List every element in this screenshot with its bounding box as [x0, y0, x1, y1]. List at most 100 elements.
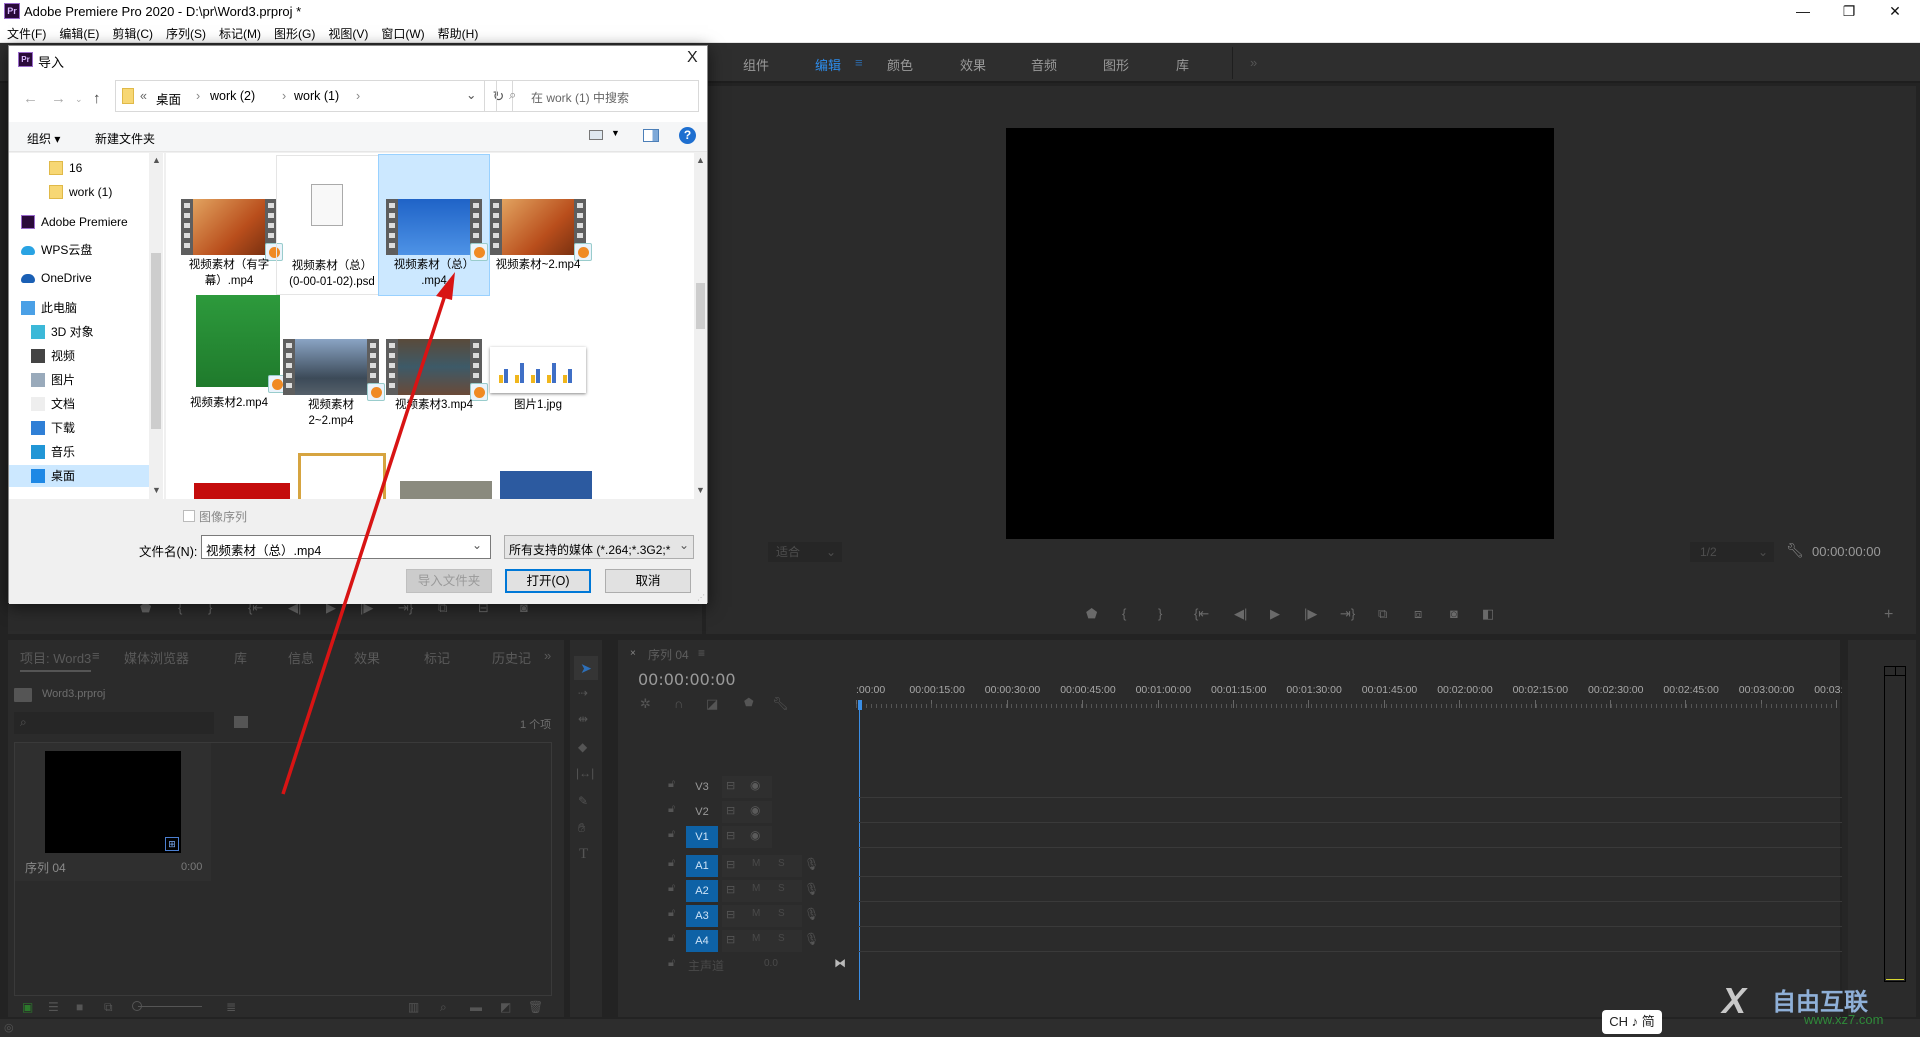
- sync-lock-icon[interactable]: ⊟: [726, 779, 735, 792]
- tab-menu-icon[interactable]: ≡: [92, 648, 100, 663]
- menu-window[interactable]: 窗口(W): [374, 23, 430, 42]
- playhead-handle[interactable]: [858, 700, 862, 710]
- ime-indicator[interactable]: CH ♪ 简: [1602, 1010, 1662, 1034]
- file-item[interactable]: 视频素材（总） (0-00-01-02).psd: [276, 155, 386, 295]
- step-forward-icon[interactable]: |▶: [1304, 606, 1317, 622]
- nav-item[interactable]: 此电脑: [9, 297, 149, 319]
- breadcrumb-separator-icon[interactable]: ›: [356, 89, 360, 103]
- lock-icon[interactable]: 🔓︎: [668, 778, 675, 791]
- image-sequence-checkbox[interactable]: [183, 510, 195, 522]
- mark-in-icon[interactable]: {: [1122, 606, 1126, 621]
- hand-tool-icon[interactable]: ✋︎: [578, 820, 585, 836]
- help-icon[interactable]: ?: [679, 127, 696, 144]
- resize-grip-icon[interactable]: ⋰: [697, 593, 705, 602]
- play-icon[interactable]: ▶: [1270, 606, 1280, 622]
- file-item[interactable]: 视频素材 2~2.mp4: [276, 295, 386, 427]
- new-bin-icon[interactable]: ▬: [470, 1000, 482, 1014]
- nav-scroll-thumb[interactable]: [151, 253, 161, 429]
- razor-tool-icon[interactable]: ◆: [578, 740, 587, 754]
- lock-icon[interactable]: 🔓︎: [668, 957, 675, 970]
- solo-button[interactable]: S: [778, 858, 785, 869]
- file-item[interactable]: 视频素材~2.mp4: [483, 155, 593, 295]
- nav-item[interactable]: 桌面: [9, 465, 149, 487]
- lock-icon[interactable]: 🔓︎: [668, 932, 675, 945]
- resolution-select[interactable]: 1/2 ⌄: [1690, 542, 1774, 562]
- zoom-slider[interactable]: [138, 1006, 202, 1007]
- track-target-a3[interactable]: A3: [686, 905, 718, 927]
- close-window-button[interactable]: ✕: [1872, 0, 1918, 23]
- sync-lock-icon[interactable]: ⊟: [726, 804, 735, 817]
- tab-effects[interactable]: 效果: [354, 648, 380, 667]
- sync-lock-icon[interactable]: ⊟: [726, 908, 735, 921]
- comparison-view-icon[interactable]: ◧: [1482, 606, 1494, 622]
- timeline-tab-menu-icon[interactable]: ≡: [698, 646, 705, 660]
- nav-item[interactable]: 文档: [9, 393, 149, 415]
- project-item-sequence[interactable]: ⊞ 序列 04 0:00: [15, 743, 211, 881]
- find-icon[interactable]: ⌕: [440, 1000, 447, 1015]
- track-lane[interactable]: [858, 878, 1848, 902]
- sync-lock-icon[interactable]: ⊟: [726, 829, 735, 842]
- scroll-down-icon[interactable]: ▼: [696, 485, 705, 495]
- clear-icon[interactable]: 🗑︎: [528, 1000, 543, 1014]
- timeline-timecode[interactable]: 00:00:00:00: [638, 670, 736, 689]
- track-target-v2[interactable]: V2: [686, 801, 718, 823]
- pen-tool-icon[interactable]: ✎: [578, 794, 588, 808]
- address-bar[interactable]: « 桌面 › work (2) › work (1) › ⌄: [115, 80, 485, 112]
- nav-item[interactable]: 16: [9, 157, 149, 179]
- scroll-up-icon[interactable]: ▲: [152, 155, 161, 165]
- filetype-dropdown-icon[interactable]: ⌄: [679, 538, 689, 552]
- workspace-tab-editing[interactable]: 编辑: [815, 55, 841, 74]
- freeform-view-icon[interactable]: ⧉: [104, 1000, 113, 1015]
- file-thumbnail-partial[interactable]: [500, 471, 592, 499]
- timeline-settings-wrench-icon[interactable]: 🔧︎: [772, 696, 789, 712]
- mark-out-icon[interactable]: }: [1158, 606, 1162, 621]
- breadcrumb-separator-icon[interactable]: ›: [282, 89, 286, 103]
- breadcrumb-work2[interactable]: work (2): [210, 89, 255, 103]
- time-ruler[interactable]: :00:00 00:00:15:00 00:00:30:00 00:00:45:00 0…: [856, 684, 1849, 714]
- project-search-input[interactable]: ⌕: [14, 712, 214, 734]
- tab-info[interactable]: 信息: [288, 648, 314, 667]
- slip-tool-icon[interactable]: |↔|: [576, 766, 594, 780]
- zoom-slider-handle[interactable]: [132, 1001, 142, 1011]
- solo-button[interactable]: S: [778, 933, 785, 944]
- filename-dropdown-icon[interactable]: ⌄: [472, 538, 482, 552]
- eye-icon[interactable]: ◉: [750, 778, 760, 792]
- track-target-a2[interactable]: A2: [686, 880, 718, 902]
- linked-selection-icon[interactable]: ◪: [706, 696, 718, 712]
- new-search-bin-icon[interactable]: [234, 716, 248, 728]
- workspace-more-button[interactable]: »: [1250, 55, 1257, 70]
- track-lane[interactable]: [858, 799, 1848, 823]
- add-button-icon[interactable]: +: [1884, 606, 1893, 624]
- tab-history[interactable]: 历史记: [492, 648, 532, 667]
- menu-sequence[interactable]: 序列(S): [159, 23, 212, 42]
- more-tabs-icon[interactable]: »: [544, 648, 551, 663]
- ripple-edit-tool-icon[interactable]: ⇹: [578, 712, 588, 726]
- microphone-icon[interactable]: 🎙︎: [804, 857, 819, 871]
- track-lane[interactable]: [858, 928, 1848, 952]
- cancel-button[interactable]: 取消: [605, 569, 691, 593]
- minimize-button[interactable]: —: [1780, 0, 1826, 23]
- mute-button[interactable]: M: [752, 858, 760, 869]
- icon-view-icon[interactable]: ■: [76, 1000, 83, 1014]
- automate-to-sequence-icon[interactable]: ▥: [408, 1000, 419, 1014]
- solo-button[interactable]: S: [778, 908, 785, 919]
- workspace-tab-audio[interactable]: 音频: [1031, 55, 1057, 74]
- nav-item[interactable]: 图片: [9, 369, 149, 391]
- nest-toggle-icon[interactable]: ✲: [640, 696, 651, 712]
- workspace-tab-color[interactable]: 颜色: [887, 55, 913, 74]
- extract-icon[interactable]: ⧈: [1414, 606, 1422, 622]
- lift-icon[interactable]: ⧉: [1378, 606, 1387, 622]
- type-tool-icon[interactable]: T: [579, 846, 588, 863]
- nav-item[interactable]: 音乐: [9, 441, 149, 463]
- settings-wrench-icon[interactable]: 🔧︎: [1786, 542, 1804, 559]
- add-marker-icon[interactable]: ⬟: [744, 696, 754, 709]
- workspace-tab-graphics[interactable]: 图形: [1103, 55, 1129, 74]
- workspace-tab-effects[interactable]: 效果: [960, 55, 986, 74]
- workspace-menu-icon[interactable]: ≡: [855, 55, 863, 70]
- master-volume-value[interactable]: 0.0: [764, 958, 778, 969]
- track-target-a1[interactable]: A1: [686, 855, 718, 877]
- tab-libraries[interactable]: 库: [234, 648, 247, 667]
- new-folder-button[interactable]: 新建文件夹: [95, 130, 155, 147]
- file-item[interactable]: 图片1.jpg: [483, 295, 593, 425]
- restore-button[interactable]: ❐: [1826, 0, 1872, 23]
